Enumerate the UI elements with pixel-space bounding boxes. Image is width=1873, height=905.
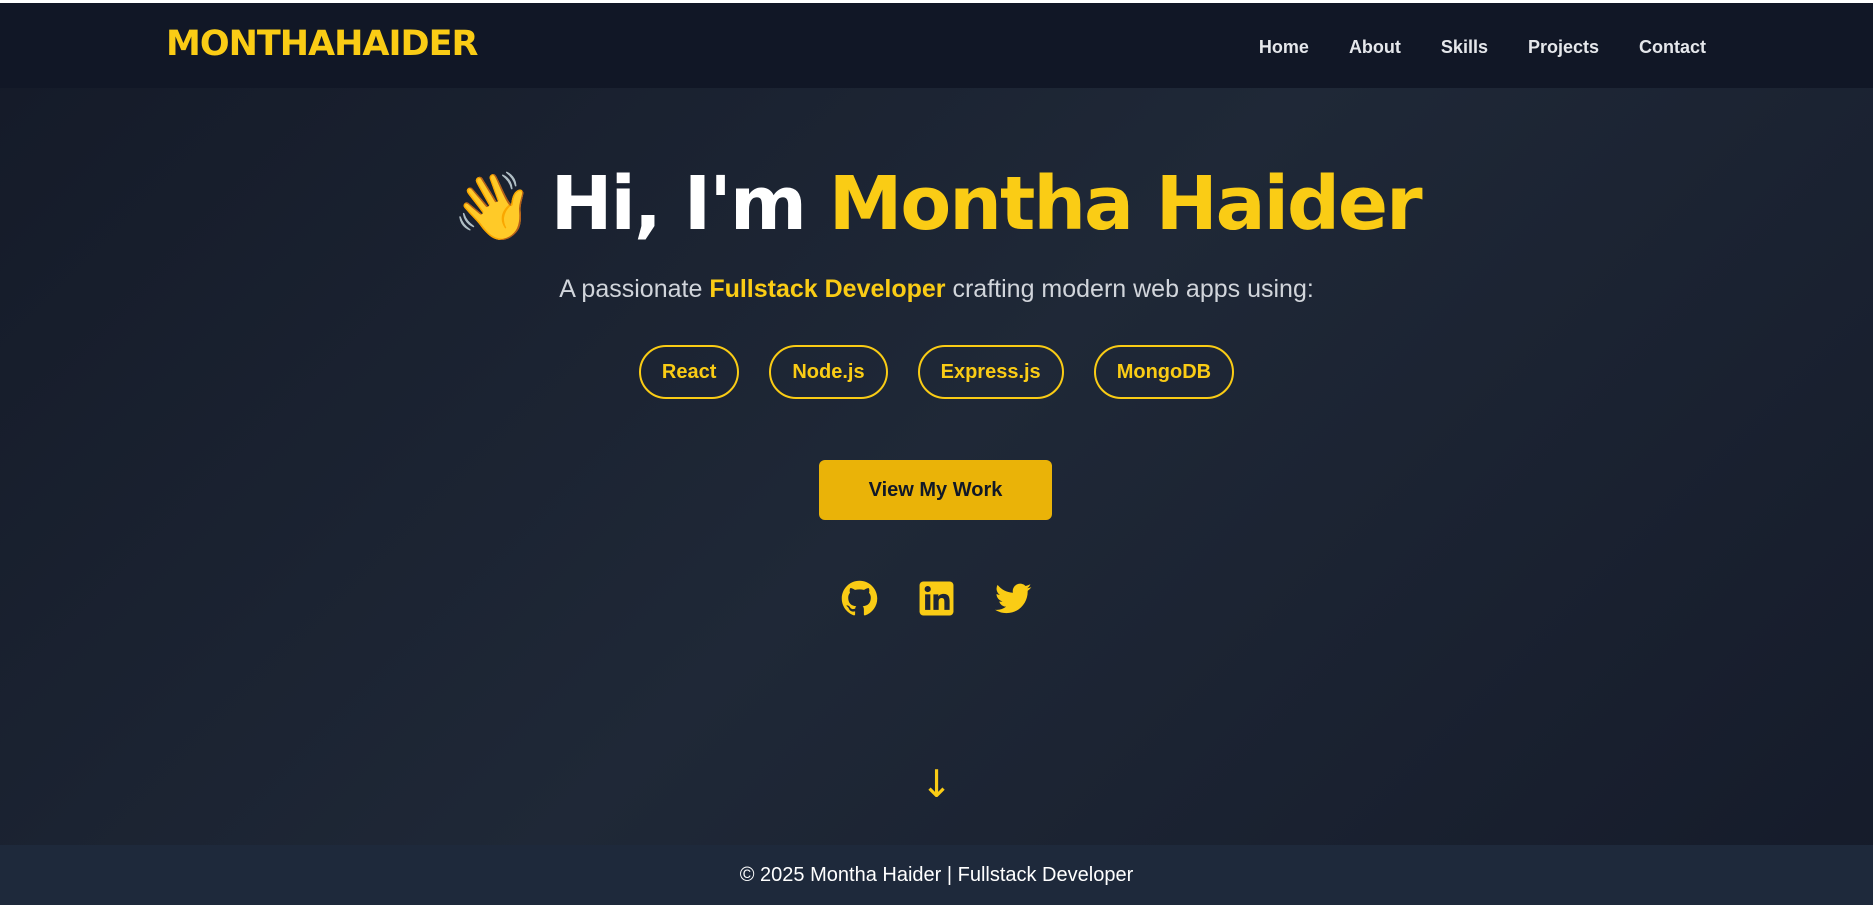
footer-copyright: © 2025 Montha Haider | Fullstack Develop… xyxy=(739,863,1134,886)
subtitle-highlight: Fullstack Developer xyxy=(709,275,946,303)
linkedin-icon xyxy=(919,581,954,616)
twitter-link[interactable] xyxy=(995,580,1032,617)
navbar: MONTHAHAIDER Home About Skills Projects … xyxy=(0,3,1873,88)
hero-title: 👋 Hi, I'm Montha Haider xyxy=(0,161,1873,247)
github-icon xyxy=(841,580,878,616)
nav-menu: Home About Skills Projects Contact xyxy=(1259,37,1706,58)
site-logo[interactable]: MONTHAHAIDER xyxy=(166,24,478,64)
nav-link-about[interactable]: About xyxy=(1349,37,1401,58)
tech-pill-nodejs: Node.js xyxy=(769,345,888,399)
nav-link-contact[interactable]: Contact xyxy=(1639,37,1706,58)
hero-name: Montha Haider xyxy=(828,161,1423,247)
twitter-icon xyxy=(995,583,1032,614)
hero-greeting: Hi, I'm xyxy=(550,161,807,247)
subtitle-suffix: crafting modern web apps using: xyxy=(952,275,1314,303)
tech-pill-mongodb: MongoDB xyxy=(1093,345,1235,399)
social-links xyxy=(0,580,1873,617)
nav-link-projects[interactable]: Projects xyxy=(1528,37,1599,58)
subtitle-prefix: A passionate xyxy=(559,275,703,303)
tech-pill-expressjs: Express.js xyxy=(917,345,1064,399)
github-link[interactable] xyxy=(841,580,878,617)
hero-subtitle: A passionate Fullstack Developer craftin… xyxy=(0,275,1873,304)
nav-link-skills[interactable]: Skills xyxy=(1441,37,1488,58)
view-my-work-button[interactable]: View My Work xyxy=(819,460,1052,520)
linkedin-link[interactable] xyxy=(918,580,955,617)
footer: © 2025 Montha Haider | Fullstack Develop… xyxy=(0,845,1873,905)
waving-hand-icon: 👋 xyxy=(452,168,534,245)
tech-pill-react: React xyxy=(638,345,740,399)
scroll-down-arrow-icon[interactable]: ↓ xyxy=(0,765,1873,803)
page: MONTHAHAIDER Home About Skills Projects … xyxy=(0,3,1873,905)
nav-link-home[interactable]: Home xyxy=(1259,37,1309,58)
tech-stack-list: React Node.js Express.js MongoDB xyxy=(0,345,1873,399)
